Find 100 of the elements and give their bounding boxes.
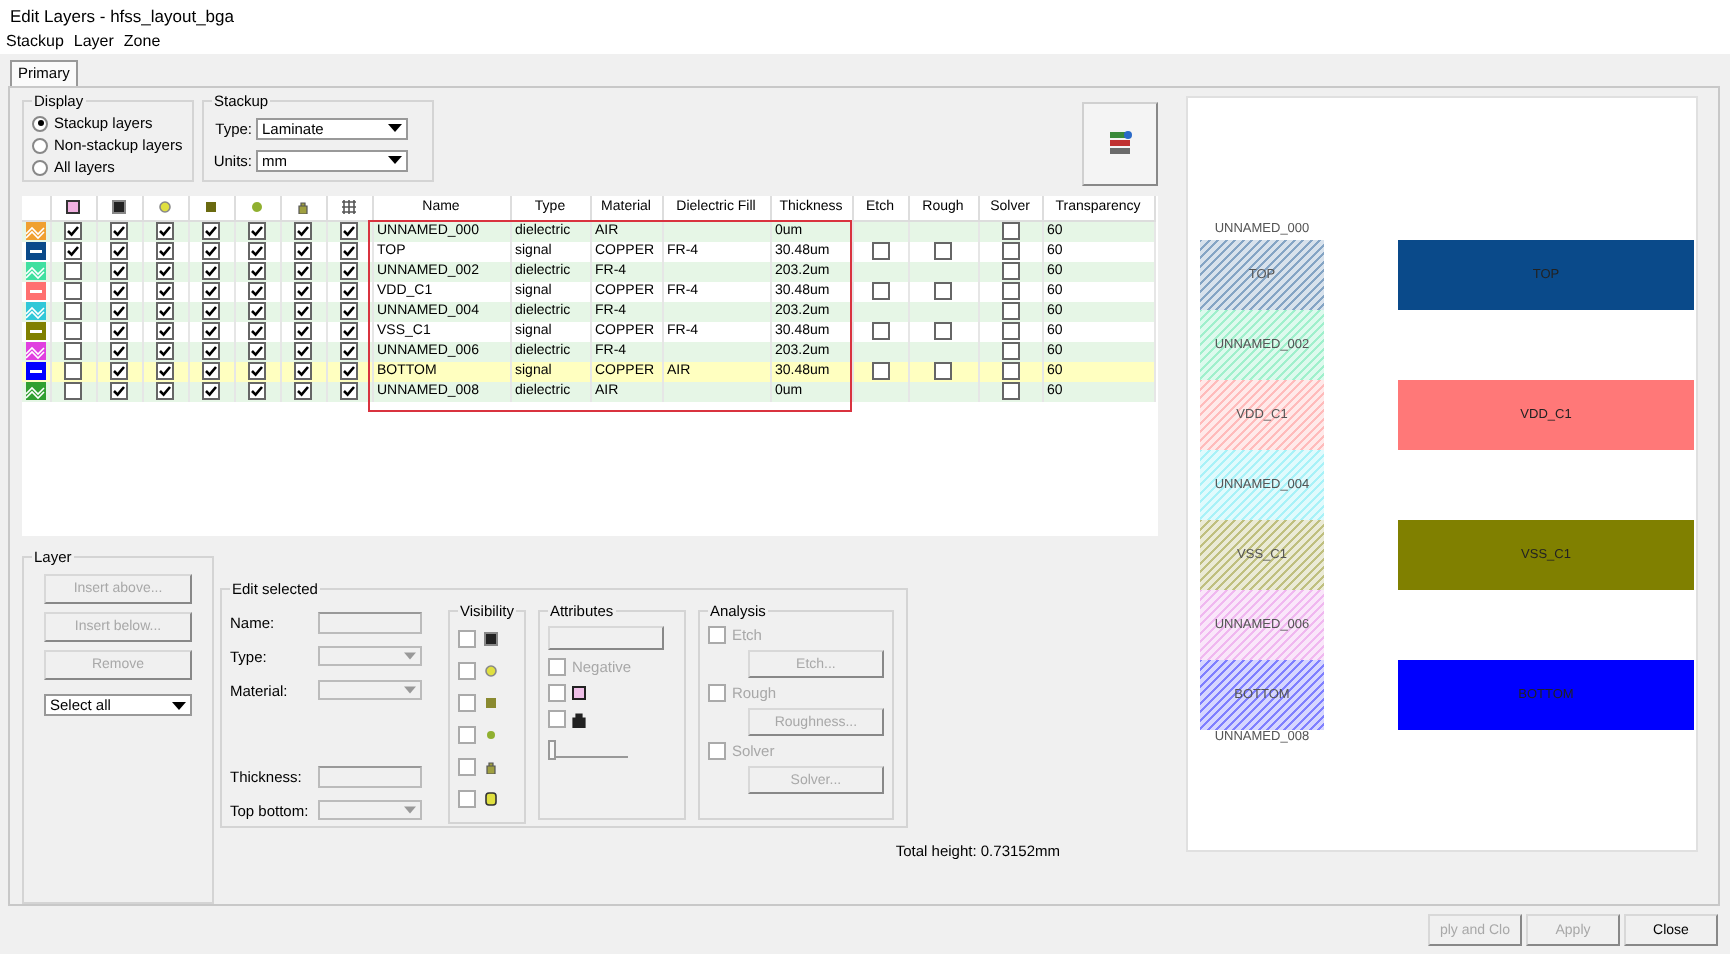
checkbox[interactable]	[156, 342, 174, 361]
checkbox[interactable]	[340, 242, 358, 261]
checkbox[interactable]	[340, 302, 358, 321]
checkbox[interactable]	[340, 322, 358, 341]
checkbox[interactable]	[294, 222, 312, 241]
checkbox[interactable]	[294, 282, 312, 301]
checkbox[interactable]	[458, 758, 476, 776]
checkbox[interactable]	[64, 382, 82, 401]
checkbox[interactable]	[707, 684, 726, 702]
checkbox[interactable]	[871, 322, 889, 341]
checkbox[interactable]	[110, 362, 128, 381]
checkbox[interactable]	[871, 282, 889, 301]
checkbox[interactable]	[1001, 282, 1019, 301]
checkbox[interactable]	[64, 282, 82, 301]
checkbox[interactable]	[64, 362, 82, 381]
checkbox[interactable]	[707, 626, 726, 644]
checkbox[interactable]	[110, 282, 128, 301]
checkbox[interactable]	[294, 362, 312, 381]
color-button[interactable]	[547, 626, 664, 650]
stackup-button[interactable]	[1082, 102, 1158, 186]
checkbox[interactable]	[156, 302, 174, 321]
checkbox[interactable]	[156, 242, 174, 261]
checkbox[interactable]	[110, 242, 128, 261]
checkbox[interactable]	[110, 222, 128, 241]
checkbox[interactable]	[248, 222, 266, 241]
checkbox[interactable]	[110, 322, 128, 341]
checkbox[interactable]	[294, 322, 312, 341]
checkbox[interactable]	[547, 658, 566, 676]
checkbox[interactable]	[156, 322, 174, 341]
checkbox[interactable]	[1001, 222, 1019, 241]
checkbox[interactable]	[294, 242, 312, 261]
checkbox[interactable]	[248, 302, 266, 321]
checkbox[interactable]	[871, 362, 889, 381]
checkbox[interactable]	[64, 302, 82, 321]
checkbox[interactable]	[340, 222, 358, 241]
radio-button[interactable]	[32, 159, 48, 175]
checkbox[interactable]	[294, 382, 312, 401]
checkbox[interactable]	[707, 742, 726, 760]
checkbox[interactable]	[64, 322, 82, 341]
checkbox[interactable]	[64, 262, 82, 281]
checkbox[interactable]	[248, 262, 266, 281]
checkbox[interactable]	[156, 282, 174, 301]
checkbox[interactable]	[934, 242, 952, 261]
checkbox[interactable]	[458, 790, 476, 808]
checkbox[interactable]	[1001, 322, 1019, 341]
checkbox[interactable]	[248, 362, 266, 381]
checkbox[interactable]	[110, 302, 128, 321]
checkbox[interactable]	[294, 302, 312, 321]
checkbox[interactable]	[156, 222, 174, 241]
checkbox[interactable]	[110, 262, 128, 281]
checkbox[interactable]	[547, 684, 566, 702]
checkbox[interactable]	[934, 322, 952, 341]
checkbox[interactable]	[248, 342, 266, 361]
checkbox[interactable]	[202, 322, 220, 341]
checkbox[interactable]	[110, 342, 128, 361]
radio-button[interactable]	[32, 137, 48, 153]
menu-item[interactable]: Layer	[73, 32, 114, 50]
checkbox[interactable]	[340, 282, 358, 301]
input-field[interactable]	[318, 611, 422, 633]
checkbox[interactable]	[248, 242, 266, 261]
checkbox[interactable]	[340, 382, 358, 401]
checkbox[interactable]	[202, 342, 220, 361]
checkbox[interactable]	[934, 282, 952, 301]
checkbox[interactable]	[458, 726, 476, 744]
checkbox[interactable]	[248, 382, 266, 401]
checkbox[interactable]	[458, 662, 476, 680]
checkbox[interactable]	[294, 262, 312, 281]
checkbox[interactable]	[458, 694, 476, 712]
checkbox[interactable]	[1001, 262, 1019, 281]
checkbox[interactable]	[156, 382, 174, 401]
checkbox[interactable]	[1001, 362, 1019, 381]
checkbox[interactable]	[202, 282, 220, 301]
checkbox[interactable]	[547, 710, 566, 728]
checkbox[interactable]	[458, 630, 476, 648]
checkbox[interactable]	[871, 242, 889, 261]
checkbox[interactable]	[64, 342, 82, 361]
radio-button[interactable]	[32, 115, 48, 131]
checkbox[interactable]	[340, 262, 358, 281]
checkbox[interactable]	[156, 362, 174, 381]
checkbox[interactable]	[110, 382, 128, 401]
checkbox[interactable]	[156, 262, 174, 281]
checkbox[interactable]	[1001, 242, 1019, 261]
checkbox[interactable]	[248, 322, 266, 341]
checkbox[interactable]	[1001, 342, 1019, 361]
menu-item[interactable]: Zone	[123, 32, 161, 50]
checkbox[interactable]	[202, 362, 220, 381]
input-field[interactable]	[318, 765, 422, 787]
checkbox[interactable]	[934, 362, 952, 381]
checkbox[interactable]	[202, 382, 220, 401]
transparency-slider[interactable]	[547, 740, 628, 758]
slider-thumb[interactable]	[547, 740, 556, 760]
checkbox[interactable]	[340, 362, 358, 381]
checkbox[interactable]	[202, 262, 220, 281]
checkbox[interactable]	[340, 342, 358, 361]
menu-item[interactable]: Stackup	[6, 32, 64, 50]
checkbox[interactable]	[202, 302, 220, 321]
checkbox[interactable]	[202, 242, 220, 261]
checkbox[interactable]	[248, 282, 266, 301]
checkbox[interactable]	[294, 342, 312, 361]
checkbox[interactable]	[1001, 382, 1019, 401]
